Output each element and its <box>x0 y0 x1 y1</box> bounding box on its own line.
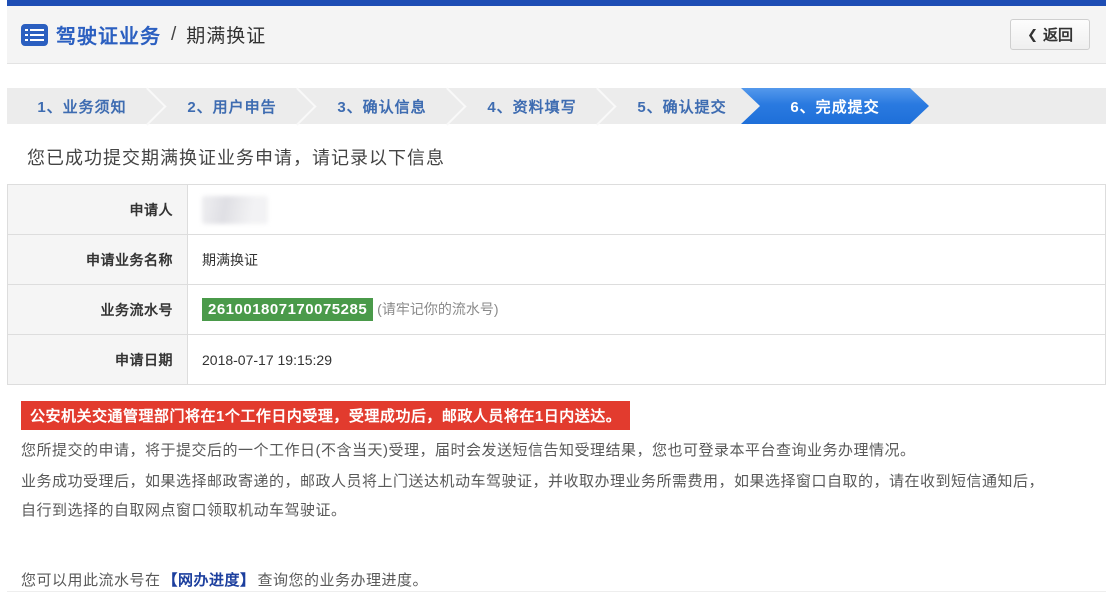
footer-prefix: 您可以用此流水号在 <box>21 572 161 589</box>
step-progress-bar: 1、业务须知 2、用户申告 3、确认信息 4、资料填写 5、确认提交 6、完成提… <box>7 88 1106 124</box>
notice-paragraph-3: 自行到选择的自取网点窗口领取机动车驾驶证。 <box>21 496 1092 525</box>
row-value-applicant <box>188 185 1106 235</box>
step-5-confirm-submit[interactable]: 5、确认提交 <box>607 88 757 124</box>
breadcrumb: 驾驶证业务 / 期满换证 <box>21 20 266 49</box>
step-3-confirm-info[interactable]: 3、确认信息 <box>307 88 457 124</box>
step-label: 4、资料填写 <box>487 96 576 117</box>
serial-number-badge: 261001807170075285 <box>202 298 373 321</box>
page-title-primary: 驾驶证业务 <box>56 20 161 49</box>
row-value-business-name: 期满换证 <box>188 235 1106 285</box>
table-row-business-name: 申请业务名称 期满换证 <box>8 235 1106 285</box>
table-row-apply-date: 申请日期 2018-07-17 19:15:29 <box>8 335 1106 385</box>
page-container: 驾驶证业务 / 期满换证 ❮ 返回 1、业务须知 2、用户申告 3、确认信息 4… <box>7 0 1106 592</box>
step-label: 6、完成提交 <box>790 96 879 117</box>
progress-link[interactable]: 【网办进度】 <box>163 572 256 589</box>
serial-number-note: (请牢记你的流水号) <box>377 301 498 317</box>
notice-paragraph-2: 业务成功受理后，如果选择邮政寄递的，邮政人员将上门送达机动车驾驶证，并收取办理业… <box>21 467 1092 496</box>
breadcrumb-separator: / <box>171 24 176 46</box>
back-button[interactable]: ❮ 返回 <box>1010 19 1090 50</box>
back-button-label: 返回 <box>1043 24 1073 45</box>
footer-progress-line: 您可以用此流水号在【网办进度】查询您的业务办理进度。 <box>21 569 1092 590</box>
step-2-user-declaration[interactable]: 2、用户申告 <box>157 88 307 124</box>
step-4-fill-materials[interactable]: 4、资料填写 <box>457 88 607 124</box>
step-1-business-notice[interactable]: 1、业务须知 <box>7 88 157 124</box>
page-header: 驾驶证业务 / 期满换证 ❮ 返回 <box>7 6 1106 64</box>
step-label: 3、确认信息 <box>337 96 426 117</box>
row-label-applicant: 申请人 <box>8 185 188 235</box>
info-table: 申请人 申请业务名称 期满换证 业务流水号 261001807170075285… <box>7 184 1106 385</box>
step-label: 5、确认提交 <box>637 96 726 117</box>
row-value-serial-number: 261001807170075285(请牢记你的流水号) <box>188 285 1106 335</box>
table-row-applicant: 申请人 <box>8 185 1106 235</box>
row-label-apply-date: 申请日期 <box>8 335 188 385</box>
list-icon <box>21 24 48 46</box>
page-title-secondary: 期满换证 <box>186 21 266 48</box>
step-label: 2、用户申告 <box>187 96 276 117</box>
redacted-applicant-name <box>202 196 268 224</box>
row-label-serial-number: 业务流水号 <box>8 285 188 335</box>
notice-paragraph-1: 您所提交的申请，将于提交后的一个工作日(不含当天)受理，届时会发送短信告知受理结… <box>21 436 1092 465</box>
success-message: 您已成功提交期满换证业务申请，请记录以下信息 <box>27 144 1106 170</box>
step-label: 1、业务须知 <box>37 96 126 117</box>
row-value-apply-date: 2018-07-17 19:15:29 <box>188 335 1106 385</box>
footer-suffix: 查询您的业务办理进度。 <box>258 572 429 589</box>
step-6-complete-submit[interactable]: 6、完成提交 <box>741 88 929 124</box>
alert-banner: 公安机关交通管理部门将在1个工作日内受理，受理成功后，邮政人员将在1日内送达。 <box>21 401 630 430</box>
table-row-serial-number: 业务流水号 261001807170075285(请牢记你的流水号) <box>8 285 1106 335</box>
row-label-business-name: 申请业务名称 <box>8 235 188 285</box>
chevron-left-icon: ❮ <box>1027 27 1038 43</box>
